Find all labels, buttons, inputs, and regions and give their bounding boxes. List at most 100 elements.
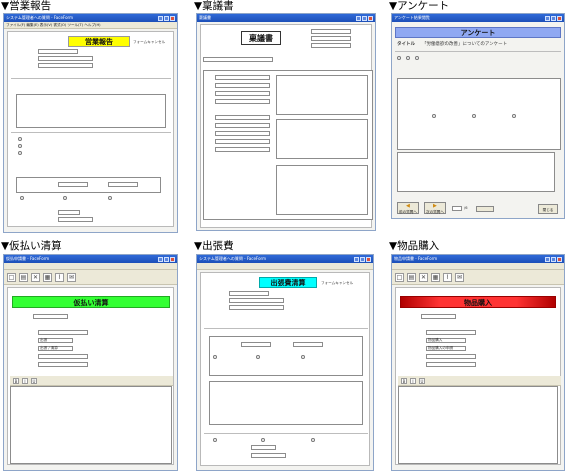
phone-field[interactable] [108,182,138,187]
grid-field[interactable] [215,123,270,128]
option-radio[interactable] [213,355,217,359]
close-button[interactable] [368,15,373,21]
minimize-button[interactable] [158,256,163,262]
maximize-button[interactable] [551,15,556,21]
minimize-button[interactable] [356,15,361,21]
grid-field[interactable] [215,131,270,136]
select-field[interactable] [251,445,276,450]
option-radio[interactable] [311,438,315,442]
option-radio[interactable] [301,355,305,359]
delete-icon[interactable]: ✕ [31,272,40,282]
next-question-button[interactable]: ▶ 次の質問へ [424,202,446,214]
close-button[interactable] [170,256,175,262]
subject-field[interactable] [38,63,93,68]
amount-field[interactable] [426,354,476,359]
option-radio[interactable] [415,56,419,60]
prev-question-button[interactable]: ◀ 前の質問へ [397,202,419,214]
dept-field[interactable] [38,56,93,61]
details-area[interactable] [276,75,368,115]
destination-field[interactable] [229,305,284,310]
dept-field[interactable] [38,330,88,335]
email-field[interactable] [251,453,286,458]
underline-icon[interactable]: U [31,377,37,384]
approval-field[interactable] [311,29,351,34]
close-button[interactable] [170,15,175,21]
free-answer-area[interactable] [397,152,555,192]
option-radio[interactable] [432,114,436,118]
italic-icon[interactable]: I [22,377,28,384]
subject-field[interactable]: 出張 / 清算 [38,346,73,351]
save-icon[interactable]: ▤ [407,272,416,282]
underline-icon[interactable]: U [419,377,425,384]
menu-bar[interactable] [392,263,564,270]
notes-area[interactable] [209,381,363,425]
purpose-field[interactable]: 出張 [38,338,73,343]
print-icon[interactable]: ▦ [43,272,52,282]
minimize-button[interactable] [545,15,550,21]
option-radio[interactable] [63,196,67,200]
email-field[interactable] [58,217,93,222]
grid-field[interactable] [215,139,270,144]
maximize-button[interactable] [362,15,367,21]
grid-field[interactable] [215,99,270,104]
select-field[interactable] [58,210,80,215]
option-radio[interactable] [108,196,112,200]
amount-field[interactable] [38,354,88,359]
date-field[interactable] [203,57,273,62]
option-radio[interactable] [261,438,265,442]
option-radio[interactable] [397,56,401,60]
minimize-button[interactable] [158,15,163,21]
option-radio[interactable] [18,137,22,141]
grid-field[interactable] [215,91,270,96]
bold-icon[interactable]: B [13,377,19,384]
author-field[interactable] [33,314,68,319]
body-editor[interactable] [10,386,172,464]
option-radio[interactable] [18,144,22,148]
author-field[interactable] [421,314,456,319]
option-radio[interactable] [213,438,217,442]
grid-field[interactable] [215,83,270,88]
save-icon[interactable]: ▤ [19,272,28,282]
purpose-field[interactable]: 物品購入 [426,338,466,343]
menu-bar[interactable]: ファイル(F) 編集(E) 表示(V) 書式(O) ツール(T) ヘルプ(H) [4,22,177,29]
author-field[interactable] [229,291,269,296]
author-field[interactable] [38,49,78,54]
option-radio[interactable] [18,151,22,155]
contact-field[interactable] [241,342,271,347]
option-radio[interactable] [406,56,410,60]
grid-field[interactable] [215,147,270,152]
approval-field[interactable] [311,36,351,41]
menu-bar[interactable] [4,263,177,270]
attach-icon[interactable]: ⌇ [55,272,64,282]
maximize-button[interactable] [551,256,556,262]
grid-field[interactable] [215,75,270,80]
jump-button[interactable] [476,206,494,212]
new-icon[interactable]: □ [395,272,404,282]
grid-field[interactable] [215,115,270,120]
new-icon[interactable]: □ [7,272,16,282]
maximize-button[interactable] [360,256,365,262]
report-body-area[interactable] [16,94,166,128]
close-button[interactable] [366,256,371,262]
details-area[interactable] [276,119,368,159]
option-radio[interactable] [256,355,260,359]
send-icon[interactable]: ✉ [455,272,464,282]
note-field[interactable] [38,362,88,367]
send-icon[interactable]: ✉ [67,272,76,282]
note-field[interactable] [426,362,476,367]
subject-field[interactable]: 物品購入の申請 [426,346,466,351]
maximize-button[interactable] [164,15,169,21]
minimize-button[interactable] [354,256,359,262]
close-survey-button[interactable]: 閉じる [538,204,558,214]
menu-bar[interactable] [197,263,373,270]
dept-field[interactable] [229,298,284,303]
contact-field[interactable] [58,182,88,187]
attach-icon[interactable]: ⌇ [443,272,452,282]
print-icon[interactable]: ▦ [431,272,440,282]
bold-icon[interactable]: B [401,377,407,384]
option-radio[interactable] [512,114,516,118]
approval-field[interactable] [311,43,351,48]
option-radio[interactable] [472,114,476,118]
notes-area[interactable] [276,165,368,215]
phone-field[interactable] [293,342,323,347]
